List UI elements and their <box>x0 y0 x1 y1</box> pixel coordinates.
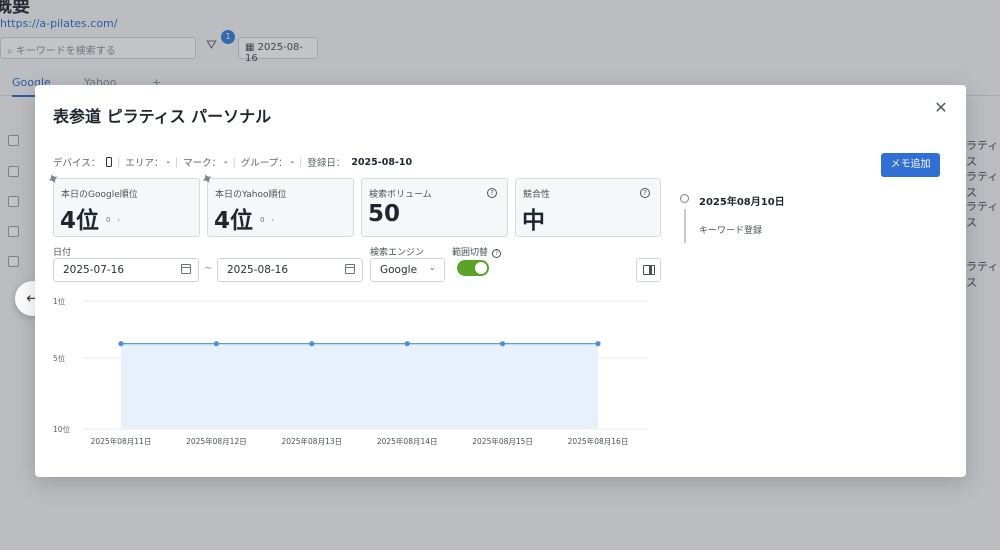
yahoo-rank-card: ✦ 本日のYahoo順位 4位 0 › <box>198 168 354 237</box>
data-point <box>118 341 124 347</box>
y-tick-label: 1位 <box>53 296 66 306</box>
card-value: 4位 <box>60 208 100 234</box>
sidebar-icon <box>643 265 655 275</box>
data-point <box>309 341 315 347</box>
pin-icon[interactable]: ✦ <box>44 168 63 190</box>
close-icon: ✕ <box>934 98 948 117</box>
card-value: 50 <box>368 201 401 227</box>
rank-history-chart: 1位 5位 10位 2025年08月11日 2025年08月12日 2025年08月13日… <box>53 296 648 446</box>
card-label: 競合性 <box>523 190 551 200</box>
timeline-dot <box>680 194 689 203</box>
search-volume-card: 検索ボリューム ? 50 <box>361 178 508 237</box>
help-icon[interactable]: ? <box>640 188 650 198</box>
mark-label: マーク： <box>183 158 222 169</box>
mark-value: - <box>224 156 228 168</box>
add-memo-button[interactable]: メモ追加 <box>881 153 940 177</box>
device-label: デバイス： <box>53 158 101 169</box>
group-label: グループ： <box>240 158 288 169</box>
help-icon[interactable]: ? <box>487 188 497 198</box>
x-tick-label: 2025年08月15日 <box>472 436 533 446</box>
card-value: 中 <box>522 208 545 234</box>
y-tick-label: 5位 <box>53 353 66 363</box>
smartphone-icon <box>106 157 113 167</box>
area-fill <box>121 343 598 429</box>
keyword-meta: デバイス： | エリア： - | マーク： - | グループ： - | 登録日： 202… <box>53 156 413 170</box>
card-label: 本日のGoogle順位 <box>61 190 138 200</box>
help-icon[interactable]: ? <box>492 249 502 258</box>
chevron-right-icon: › <box>117 215 121 224</box>
date-label: 日付 <box>53 248 72 258</box>
card-label: 検索ボリューム <box>369 190 432 200</box>
date-to-input[interactable]: 2025-08-16 <box>217 258 363 282</box>
rank-change: 0 <box>260 216 265 224</box>
modal-title: 表参道 ピラティス パーソナル <box>53 107 272 126</box>
group-value: - <box>290 156 295 168</box>
engine-label: 検索エンジン <box>370 248 425 258</box>
y-tick-label: 10位 <box>53 424 71 434</box>
x-tick-label: 2025年08月12日 <box>186 436 247 446</box>
card-value: 4位 <box>214 208 254 234</box>
date-from-input[interactable]: 2025-07-16 <box>53 258 199 282</box>
data-point <box>213 341 219 347</box>
data-point <box>500 341 506 347</box>
registered-label: 登録日： <box>307 158 346 169</box>
competition-card: 競合性 ? 中 <box>515 178 661 237</box>
timeline-event: キーワード登録 <box>699 226 763 236</box>
range-toggle-label: 範囲切替? <box>452 245 502 258</box>
area-label: エリア： <box>125 158 164 169</box>
chevron-right-icon: › <box>271 215 275 224</box>
keyword-detail-modal: 表参道 ピラティス パーソナル ✕ デバイス： | エリア： - | マーク： - … <box>35 85 966 477</box>
timeline-date: 2025年08月10日 <box>699 197 785 208</box>
toggle-knob <box>475 262 487 274</box>
x-tick-label: 2025年08月11日 <box>91 436 152 446</box>
x-tick-label: 2025年08月13日 <box>281 436 342 446</box>
card-label: 本日のYahoo順位 <box>215 190 287 200</box>
side-panel-toggle-button[interactable] <box>636 258 661 282</box>
area-value: - <box>166 156 170 168</box>
google-rank-card: ✦ 本日のGoogle順位 4位 0 › <box>44 168 200 237</box>
range-toggle-switch[interactable] <box>457 260 489 276</box>
close-button[interactable]: ✕ <box>932 99 950 117</box>
chevron-down-icon: ⌄ <box>428 263 436 273</box>
data-point <box>404 341 410 347</box>
pin-icon[interactable]: ✦ <box>198 168 217 190</box>
timeline-line <box>684 209 686 243</box>
calendar-icon <box>345 264 355 274</box>
range-separator: ~ <box>204 263 213 274</box>
rank-change: 0 <box>106 216 111 224</box>
registered-date: 2025-08-10 <box>351 156 413 168</box>
data-point <box>595 341 601 347</box>
x-tick-label: 2025年08月14日 <box>377 436 438 446</box>
calendar-icon <box>181 264 191 274</box>
search-engine-select[interactable]: Google ⌄ <box>370 258 445 282</box>
x-tick-label: 2025年08月16日 <box>568 436 629 446</box>
